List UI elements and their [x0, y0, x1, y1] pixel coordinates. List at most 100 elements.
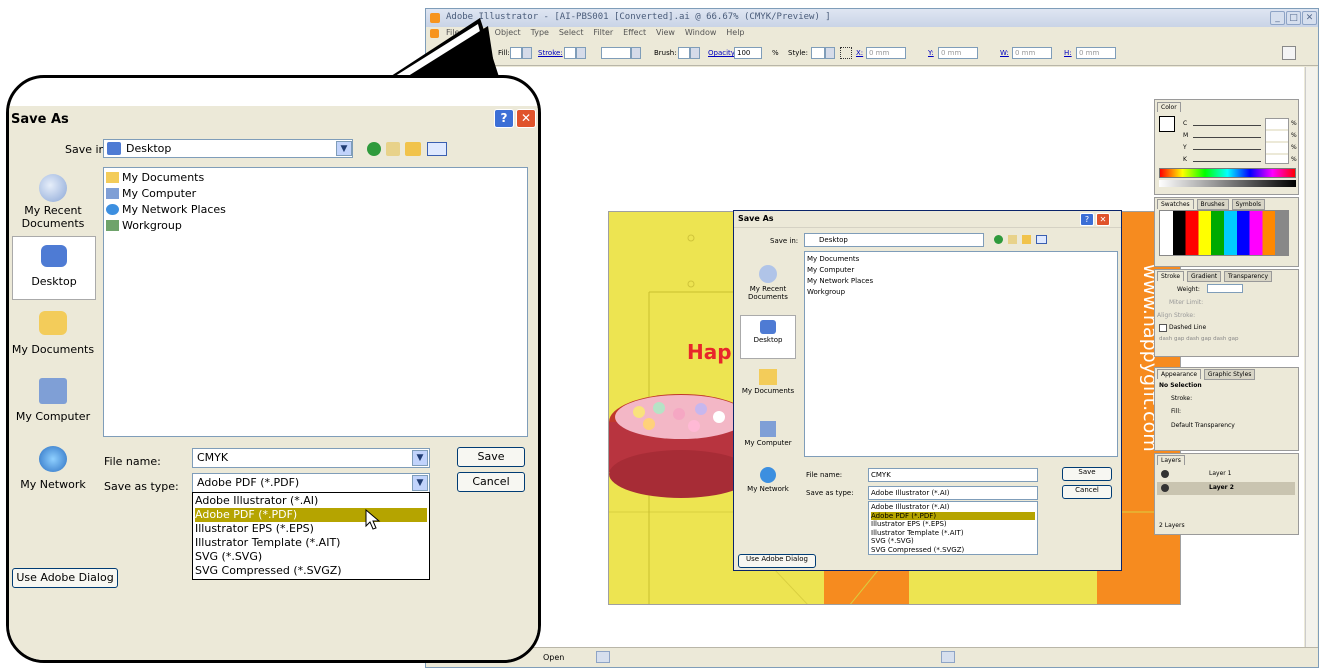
- list-item[interactable]: My Documents: [106, 170, 226, 186]
- save-button[interactable]: Save: [457, 447, 525, 467]
- file-list[interactable]: My Documents My Computer My Network Plac…: [103, 167, 528, 437]
- menu-window[interactable]: Window: [685, 28, 717, 37]
- maximize-icon[interactable]: □: [1286, 11, 1301, 25]
- place-documents-small[interactable]: My Documents: [738, 369, 798, 395]
- up-folder-icon[interactable]: [386, 142, 400, 156]
- up-folder-icon-small[interactable]: [1008, 235, 1017, 244]
- place-my-recent-documents[interactable]: My Recent Documents: [9, 168, 97, 230]
- layer-row-1[interactable]: Layer 1: [1157, 468, 1295, 481]
- swatch-grid[interactable]: [1159, 210, 1289, 256]
- views-icon-small[interactable]: [1036, 235, 1047, 244]
- list-item[interactable]: Workgroup: [106, 218, 226, 234]
- transparency-tab[interactable]: Transparency: [1224, 271, 1273, 282]
- reference-point-icon[interactable]: [840, 47, 852, 59]
- place-my-documents[interactable]: My Documents: [9, 311, 97, 371]
- save-as-type-select-small[interactable]: Adobe Illustrator (*.AI): [868, 486, 1038, 500]
- brush-field[interactable]: [678, 47, 690, 59]
- type-option-small-selected[interactable]: Adobe PDF (*.PDF): [871, 511, 1035, 520]
- menu-file[interactable]: File: [446, 28, 459, 37]
- status-nav-button[interactable]: [596, 651, 610, 663]
- stroke-swatch[interactable]: [564, 47, 576, 59]
- views-menu-icon[interactable]: [427, 142, 447, 156]
- place-my-network[interactable]: My Network: [9, 446, 97, 502]
- save-in-dropdown-small[interactable]: Desktop: [804, 233, 984, 247]
- use-adobe-dialog-button-small[interactable]: Use Adobe Dialog: [738, 554, 816, 568]
- style-dropdown[interactable]: [825, 47, 835, 59]
- gradient-tab[interactable]: Gradient: [1187, 271, 1222, 282]
- swatches-tab[interactable]: Swatches: [1157, 199, 1194, 209]
- list-item[interactable]: My Computer: [106, 186, 226, 202]
- y-label[interactable]: Y:: [928, 49, 934, 57]
- file-name-input-small[interactable]: CMYK: [868, 468, 1038, 482]
- file-item-small[interactable]: My Documents: [807, 254, 873, 265]
- color-tab[interactable]: Color: [1157, 102, 1181, 112]
- appearance-tab[interactable]: Appearance: [1157, 369, 1202, 379]
- place-network-small[interactable]: My Network: [738, 467, 798, 493]
- app-menu-icon[interactable]: [430, 29, 439, 38]
- brushes-tab[interactable]: Brushes: [1196, 199, 1229, 210]
- panel-menu-icon[interactable]: [1282, 46, 1296, 60]
- type-option-small[interactable]: Illustrator Template (*.AIT): [871, 529, 1035, 538]
- chevron-down-icon[interactable]: ▼: [336, 141, 352, 156]
- menu-effect[interactable]: Effect: [623, 28, 646, 37]
- use-adobe-dialog-button[interactable]: Use Adobe Dialog: [12, 568, 118, 588]
- menu-filter[interactable]: Filter: [593, 28, 613, 37]
- fill-stroke-icon[interactable]: [1159, 116, 1175, 132]
- weight-field[interactable]: [1207, 284, 1243, 293]
- type-option-small[interactable]: SVG (*.SVG): [871, 537, 1035, 546]
- color-sliders[interactable]: [1193, 121, 1261, 165]
- swatch-buttons[interactable]: [1159, 258, 1289, 266]
- menu-view[interactable]: View: [656, 28, 675, 37]
- save-button-small[interactable]: Save: [1062, 467, 1112, 481]
- place-recent-small[interactable]: My Recent Documents: [738, 265, 798, 301]
- fill-dropdown[interactable]: [522, 47, 532, 59]
- place-desktop-small[interactable]: Desktop: [740, 315, 796, 359]
- cancel-button-small[interactable]: Cancel: [1062, 485, 1112, 499]
- chevron-down-icon[interactable]: ▼: [412, 475, 428, 491]
- type-options-list[interactable]: Adobe Illustrator (*.AI) Adobe PDF (*.PD…: [192, 492, 430, 580]
- back-icon-small[interactable]: [994, 235, 1003, 244]
- file-name-input[interactable]: CMYK ▼: [192, 448, 430, 468]
- vertical-scrollbar[interactable]: [1305, 67, 1317, 647]
- graphic-styles-tab[interactable]: Graphic Styles: [1203, 369, 1256, 380]
- file-item-small[interactable]: Workgroup: [807, 287, 873, 298]
- type-option-small[interactable]: SVG Compressed (*.SVGZ): [871, 546, 1035, 555]
- menu-help[interactable]: Help: [726, 28, 744, 37]
- eye-icon[interactable]: [1161, 470, 1169, 478]
- type-option-selected[interactable]: Adobe PDF (*.PDF): [195, 508, 427, 522]
- w-field[interactable]: 0 mm: [1012, 47, 1052, 59]
- fill-swatch[interactable]: [510, 47, 522, 59]
- chevron-down-icon[interactable]: ▼: [412, 450, 428, 466]
- type-option[interactable]: Illustrator Template (*.AIT): [195, 536, 427, 550]
- file-item-small[interactable]: My Computer: [807, 265, 873, 276]
- opacity-label[interactable]: Opacity:: [708, 49, 737, 57]
- stroke-row[interactable]: Stroke:: [1171, 395, 1192, 402]
- type-option-small[interactable]: Adobe Illustrator (*.AI): [871, 503, 1035, 512]
- stroke-dropdown[interactable]: [576, 47, 586, 59]
- stroke-tab[interactable]: Stroke: [1157, 271, 1185, 281]
- layers-tab[interactable]: Layers: [1157, 455, 1185, 465]
- new-folder-icon-small[interactable]: [1022, 235, 1031, 244]
- w-label[interactable]: W:: [1000, 49, 1009, 57]
- help-icon-small[interactable]: ?: [1080, 213, 1094, 226]
- eye-icon[interactable]: [1161, 484, 1169, 492]
- layer-row-2[interactable]: Layer 2: [1157, 482, 1295, 495]
- menu-edit[interactable]: Edit: [469, 28, 485, 37]
- help-icon[interactable]: ?: [494, 109, 514, 128]
- channel-value-fields[interactable]: [1265, 118, 1289, 164]
- file-list-small[interactable]: My Documents My Computer My Network Plac…: [804, 251, 1118, 457]
- new-folder-icon[interactable]: [405, 142, 421, 156]
- stroke-weight-field[interactable]: [601, 47, 631, 59]
- back-icon[interactable]: [367, 142, 381, 156]
- list-item[interactable]: My Network Places: [106, 202, 226, 218]
- type-option[interactable]: Adobe Illustrator (*.AI): [195, 494, 427, 508]
- h-field[interactable]: 0 mm: [1076, 47, 1116, 59]
- dashed-line-checkbox[interactable]: [1159, 324, 1167, 332]
- type-option[interactable]: SVG (*.SVG): [195, 550, 427, 564]
- fill-row[interactable]: Fill:: [1171, 408, 1181, 415]
- stroke-label[interactable]: Stroke:: [538, 49, 563, 57]
- close-icon[interactable]: ✕: [1302, 11, 1317, 25]
- type-option[interactable]: Illustrator EPS (*.EPS): [195, 522, 427, 536]
- y-field[interactable]: 0 mm: [938, 47, 978, 59]
- place-desktop[interactable]: Desktop: [12, 236, 96, 300]
